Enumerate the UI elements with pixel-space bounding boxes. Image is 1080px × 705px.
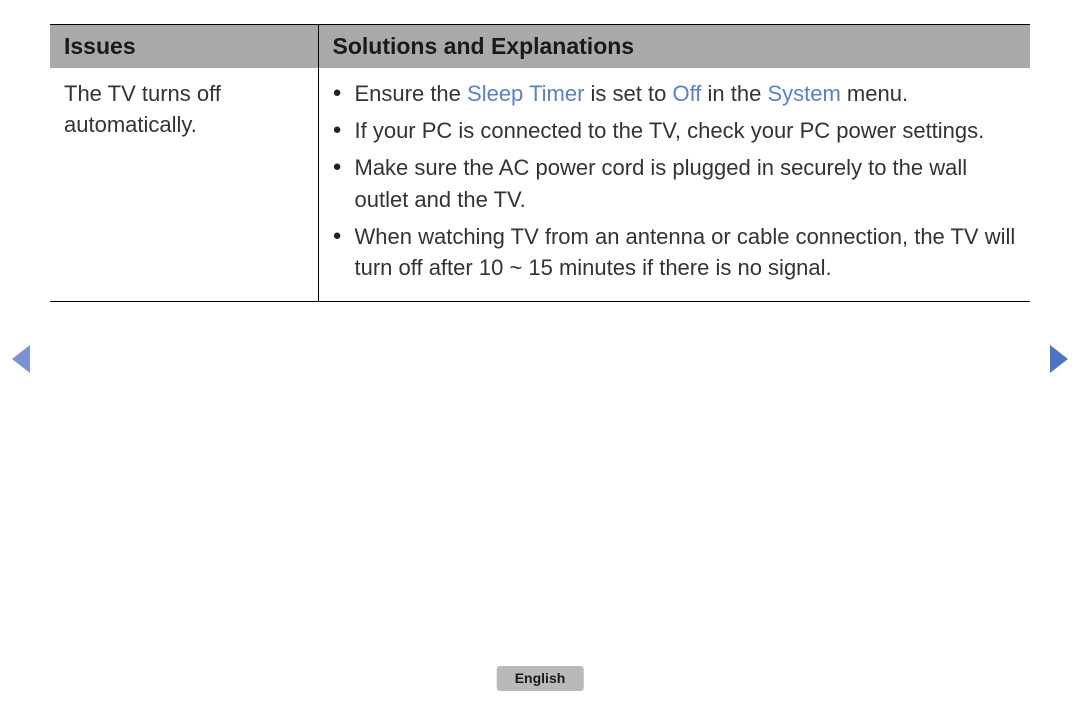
table-row: The TV turns off automatically. Ensure t…	[50, 68, 1030, 302]
previous-page-arrow-icon[interactable]	[12, 345, 30, 373]
text-segment: is set to	[584, 81, 672, 106]
highlighted-term: Off	[672, 81, 701, 106]
text-segment: Ensure the	[355, 81, 468, 106]
language-badge: English	[497, 666, 584, 691]
text-segment: When watching TV from an antenna or cabl…	[355, 224, 1016, 280]
solutions-list: Ensure the Sleep Timer is set to Off in …	[333, 78, 1019, 283]
list-item: If your PC is connected to the TV, check…	[333, 115, 1019, 146]
text-segment: Make sure the AC power cord is plugged i…	[355, 155, 968, 211]
highlighted-term: Sleep Timer	[467, 81, 584, 106]
list-item: Ensure the Sleep Timer is set to Off in …	[333, 78, 1019, 109]
solution-cell: Ensure the Sleep Timer is set to Off in …	[318, 68, 1030, 302]
text-segment: menu.	[841, 81, 908, 106]
list-item: Make sure the AC power cord is plugged i…	[333, 152, 1019, 214]
text-segment: in the	[701, 81, 767, 106]
list-item: When watching TV from an antenna or cabl…	[333, 221, 1019, 283]
troubleshooting-table: Issues Solutions and Explanations The TV…	[50, 24, 1030, 302]
header-issues: Issues	[50, 25, 318, 69]
header-solutions: Solutions and Explanations	[318, 25, 1030, 69]
text-segment: If your PC is connected to the TV, check…	[355, 118, 985, 143]
issue-cell: The TV turns off automatically.	[50, 68, 318, 302]
page-container: Issues Solutions and Explanations The TV…	[0, 0, 1080, 705]
next-page-arrow-icon[interactable]	[1050, 345, 1068, 373]
highlighted-term: System	[767, 81, 840, 106]
